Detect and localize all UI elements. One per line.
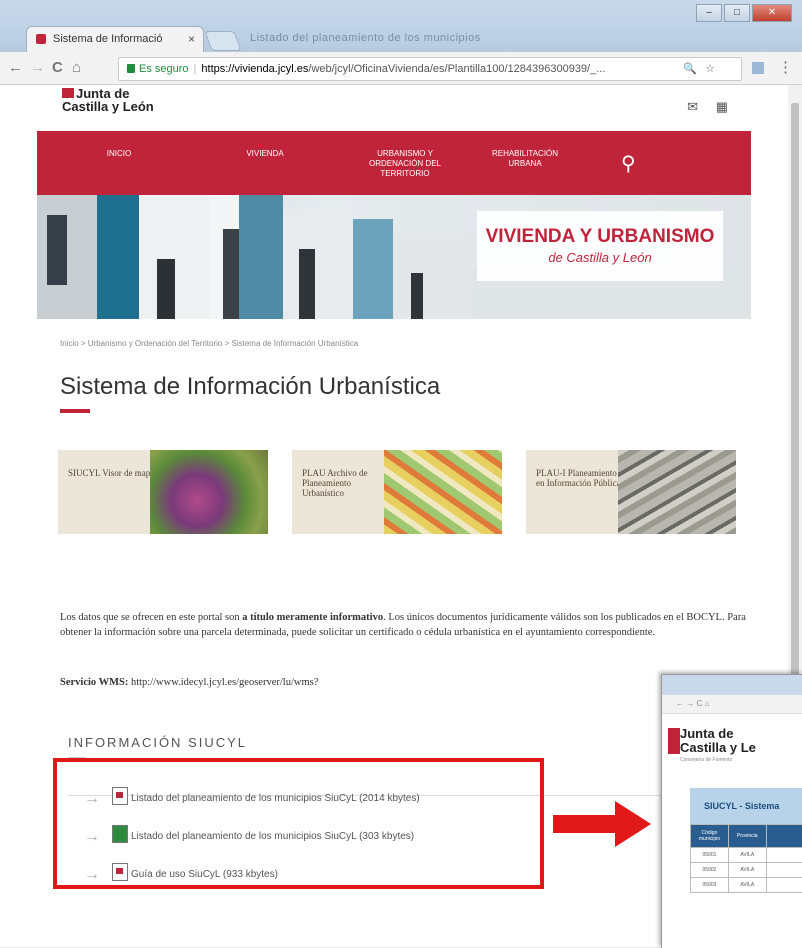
secure-label: Es seguro — [139, 63, 189, 75]
overlay-table: Código municipioProvincia 05001AVILA 050… — [690, 824, 802, 893]
hero-title-box: VIVIENDA Y URBANISMO de Castilla y León — [477, 211, 723, 281]
hero-banner: VIVIENDA Y URBANISMO de Castilla y León — [37, 195, 751, 319]
site-header: Junta de Castilla y León ✉ ▦ — [0, 85, 788, 131]
disclaimer-paragraph: Los datos que se ofrecen en este portal … — [60, 610, 750, 640]
hero-subtitle: de Castilla y León — [477, 250, 723, 265]
overlay-subtitle: Consejería de Fomento — [680, 757, 732, 763]
grid-menu-icon[interactable]: ▦ — [716, 99, 728, 114]
new-tab-button[interactable] — [204, 31, 241, 51]
blurred-window-title: Listado del planeamiento de los municipi… — [250, 32, 481, 44]
page-title: Sistema de Información Urbanística — [60, 373, 440, 401]
overlay-table-header: SIUCYL - Sistema — [690, 788, 802, 824]
browser-menu-icon[interactable]: ⋮ — [778, 58, 793, 76]
overlay-titlebar — [662, 675, 802, 695]
forward-icon[interactable]: → — [30, 59, 45, 76]
title-underline — [60, 409, 90, 413]
wms-service-line: Servicio WMS: http://www.idecyl.jcyl.es/… — [60, 677, 318, 688]
map-thumbnail — [150, 450, 268, 534]
url-host: https://vivienda.jcyl.es — [201, 63, 308, 75]
scrollbar-thumb[interactable] — [791, 103, 799, 723]
card-plau[interactable]: PLAU Archivo de Planeamiento Urbanístico — [292, 450, 502, 534]
hero-title: VIVIENDA Y URBANISMO — [477, 226, 723, 248]
logo-emblem-icon — [62, 88, 74, 98]
highlight-arrow-icon — [553, 801, 653, 847]
tab-close-icon[interactable]: × — [188, 32, 195, 46]
menu-item-vivienda[interactable]: VIVIENDA — [235, 149, 295, 159]
main-menu: INICIO VIVIENDA URBANISMO Y ORDENACIÓN D… — [37, 131, 751, 195]
maximize-button[interactable]: □ — [724, 4, 750, 22]
map-thumbnail — [618, 450, 736, 534]
card-siucyl[interactable]: SIUCYL Visor de mapas — [58, 450, 268, 534]
window-controls: – □ ✕ — [696, 4, 792, 24]
minimize-button[interactable]: – — [696, 4, 722, 22]
lock-icon — [127, 64, 135, 73]
bookmark-star-icon[interactable]: ☆ — [705, 58, 715, 80]
card-plau-i[interactable]: PLAU-I Planeamiento en Información Públi… — [526, 450, 736, 534]
address-bar[interactable]: Es seguro|https://vivienda.jcyl.es/web/j… — [118, 57, 742, 81]
back-icon[interactable]: ← — [8, 59, 23, 76]
search-icon[interactable]: ⚲ — [621, 151, 636, 176]
home-icon[interactable]: ⌂ — [72, 59, 81, 76]
menu-item-inicio[interactable]: INICIO — [99, 149, 139, 159]
map-thumbnail — [384, 450, 502, 534]
overlay-logo: Junta deCastilla y Le — [680, 727, 756, 755]
menu-item-urbanismo[interactable]: URBANISMO Y ORDENACIÓN DEL TERRITORIO — [367, 149, 443, 179]
tab-title: Sistema de Informació — [53, 33, 162, 45]
close-window-button[interactable]: ✕ — [752, 4, 792, 22]
browser-window: Sistema de Informació × Listado del plan… — [0, 0, 802, 947]
menu-item-rehabilitacion[interactable]: REHABILITACIÓN URBANA — [487, 149, 563, 169]
card-label: SIUCYL Visor de mapas — [58, 450, 158, 534]
table-row: 05001AVILA — [691, 848, 802, 863]
highlight-box — [53, 758, 544, 889]
overlay-addressbar: ← → C ⌂ — [662, 695, 802, 714]
browser-tab[interactable]: Sistema de Informació × — [26, 26, 204, 52]
card-label: PLAU-I Planeamiento en Información Públi… — [526, 450, 626, 534]
overlay-logo-emblem-icon — [668, 728, 680, 754]
site-logo[interactable]: Junta de Castilla y León — [62, 87, 154, 113]
title-bar: Sistema de Informació × Listado del plan… — [0, 0, 802, 52]
wms-url-link[interactable]: http://www.idecyl.jcyl.es/geoserver/lu/w… — [128, 677, 318, 688]
extension-icon[interactable] — [752, 62, 764, 74]
breadcrumb[interactable]: Inicio > Urbanismo y Ordenación del Terr… — [60, 339, 358, 348]
zoom-icon[interactable]: 🔍 — [683, 58, 697, 80]
reload-icon[interactable]: C — [52, 59, 63, 76]
table-row: 05002AVILA — [691, 863, 802, 878]
url-path: /web/jcyl/OficinaVivienda/es/Plantilla10… — [308, 63, 605, 75]
mail-icon[interactable]: ✉ — [687, 99, 698, 114]
section-title: INFORMACIÓN SIUCYL — [68, 735, 247, 750]
favicon-icon — [36, 34, 46, 44]
card-label: PLAU Archivo de Planeamiento Urbanístico — [292, 450, 392, 534]
browser-toolbar: ← → C ⌂ Es seguro|https://vivienda.jcyl.… — [0, 52, 802, 85]
table-row: 05003AVILA — [691, 878, 802, 893]
overlay-screenshot: ← → C ⌂ Junta deCastilla y Le Consejería… — [661, 674, 802, 948]
